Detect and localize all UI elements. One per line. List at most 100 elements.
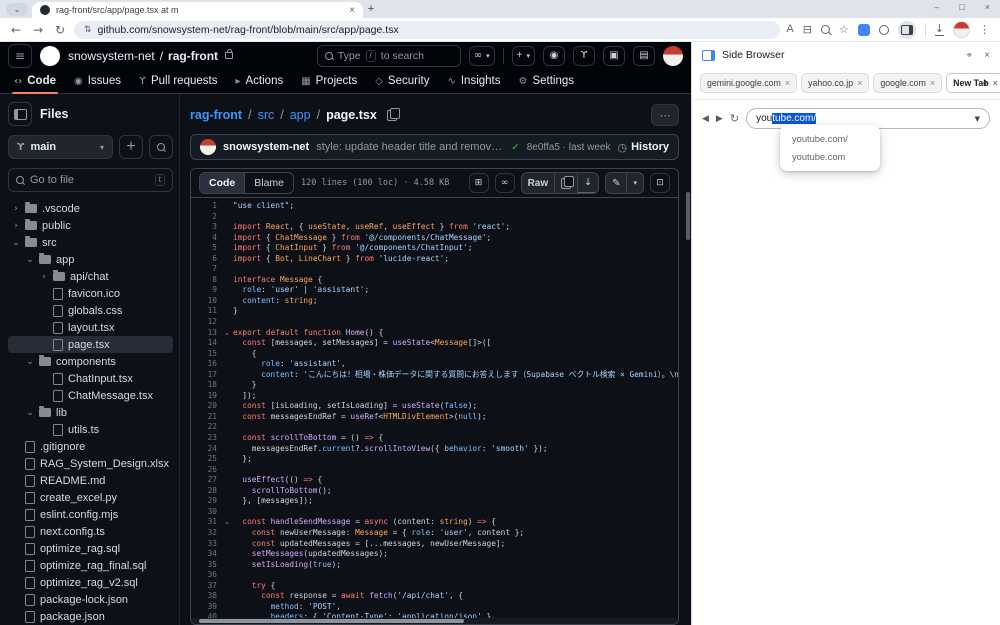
symbols-panel-icon[interactable]: ⊞	[468, 173, 489, 193]
create-new-button[interactable]: + ▾	[511, 45, 535, 66]
reload-icon[interactable]: ↻	[52, 23, 68, 37]
breadcrumb-src-link[interactable]: src	[258, 108, 275, 122]
line-number[interactable]: 28	[191, 486, 221, 497]
code-tab[interactable]: Code	[200, 173, 245, 193]
tree-item-package-lock.json[interactable]: package-lock.json	[8, 591, 173, 608]
line-number[interactable]: 34	[191, 549, 221, 560]
line-number[interactable]: 12	[191, 317, 221, 328]
back-icon[interactable]: ←	[8, 23, 24, 37]
go-to-file-input[interactable]: Go to file t	[8, 168, 173, 192]
line-number[interactable]: 27	[191, 475, 221, 486]
line-number[interactable]: 5	[191, 243, 221, 254]
side-panel-close-icon[interactable]: ×	[984, 50, 990, 61]
minimize-icon[interactable]: –	[934, 2, 939, 12]
tree-item-next.config.ts[interactable]: next.config.ts	[8, 523, 173, 540]
line-number[interactable]: 35	[191, 560, 221, 571]
line-number[interactable]: 32	[191, 528, 221, 539]
tree-item-layout.tsx[interactable]: layout.tsx	[8, 319, 173, 336]
tree-item-ChatInput.tsx[interactable]: ChatInput.tsx	[8, 370, 173, 387]
copilot-code-icon[interactable]: ∞	[494, 173, 515, 193]
checks-passed-icon[interactable]: ✓	[511, 142, 519, 153]
line-number[interactable]: 14	[191, 338, 221, 349]
gh-nav-projects[interactable]: ▦ Projects	[293, 69, 365, 93]
side-panel-toggle[interactable]	[897, 20, 916, 39]
line-number[interactable]: 9	[191, 285, 221, 296]
gh-nav-actions[interactable]: ▸ Actions	[227, 69, 291, 93]
tree-item-eslint.config.mjs[interactable]: eslint.config.mjs	[8, 506, 173, 523]
notifications-inbox-button[interactable]: ▤	[633, 45, 655, 66]
send-to-devices-icon[interactable]: ⊟	[803, 24, 812, 35]
translate-icon[interactable]: A	[786, 24, 793, 35]
history-button[interactable]: ◷ History	[617, 141, 669, 154]
issues-button[interactable]: ◉	[543, 45, 565, 66]
page-scrollbar-thumb[interactable]	[686, 192, 690, 240]
download-icon[interactable]: ↓	[934, 23, 944, 36]
add-file-button[interactable]: +	[119, 135, 143, 159]
tab-search-button[interactable]: ⌄	[6, 3, 28, 16]
menu-kebab-icon[interactable]: ⋮	[979, 24, 990, 35]
github-user-avatar[interactable]	[663, 45, 683, 66]
line-number[interactable]: 10	[191, 296, 221, 307]
line-number[interactable]: 6	[191, 254, 221, 265]
line-number[interactable]: 38	[191, 591, 221, 602]
line-number[interactable]: 25	[191, 454, 221, 465]
site-info-icon[interactable]: ⇅	[84, 25, 92, 35]
repo-link[interactable]: rag-front	[168, 49, 218, 63]
side-new-tab-button[interactable]: +	[979, 76, 992, 90]
tree-item-create_excel.py[interactable]: create_excel.py	[8, 489, 173, 506]
line-number[interactable]: 17	[191, 370, 221, 381]
tree-item-optimize_rag.sql[interactable]: optimize_rag.sql	[8, 540, 173, 557]
line-number[interactable]: 36	[191, 570, 221, 581]
line-number[interactable]: 7	[191, 264, 221, 275]
copilot-button[interactable]: ∞ ▾	[468, 45, 495, 66]
copilot-caret-icon[interactable]: ▾	[486, 52, 490, 60]
tree-item-utils.ts[interactable]: utils.ts	[8, 421, 173, 438]
line-number[interactable]: 22	[191, 422, 221, 433]
commit-author[interactable]: snowsystem-net	[223, 141, 309, 153]
tree-item-RAG_System_Design.xlsx[interactable]: RAG_System_Design.xlsx	[8, 455, 173, 472]
gh-nav-pull-requests[interactable]: ϒ Pull requests	[131, 69, 225, 93]
tree-item-ChatMessage.tsx[interactable]: ChatMessage.tsx	[8, 387, 173, 404]
blame-tab[interactable]: Blame	[244, 173, 293, 193]
gh-nav-issues[interactable]: ◉ Issues	[66, 69, 129, 93]
breadcrumb-repo-link[interactable]: rag-front	[190, 108, 242, 122]
side-reload-icon[interactable]: ↻	[730, 112, 739, 125]
line-number[interactable]: 37	[191, 581, 221, 592]
side-tab-google.com[interactable]: google.com ×	[873, 73, 943, 93]
more-options-button[interactable]: ⋯	[651, 104, 679, 126]
zoom-search-icon[interactable]	[820, 25, 830, 34]
h-scroll-thumb[interactable]	[199, 619, 464, 623]
line-number[interactable]: 33	[191, 539, 221, 550]
line-number[interactable]: 31	[191, 517, 221, 528]
side-back-icon[interactable]: ◀	[702, 114, 709, 124]
tree-item-public[interactable]: › public	[8, 217, 173, 234]
line-number[interactable]: 39	[191, 602, 221, 613]
line-number[interactable]: 2	[191, 212, 221, 223]
maximize-icon[interactable]: □	[959, 2, 964, 12]
tree-item-app[interactable]: ⌄ app	[8, 251, 173, 268]
tree-item-optimize_rag_final.sql[interactable]: optimize_rag_final.sql	[8, 557, 173, 574]
side-tab-yahoo.co.jp[interactable]: yahoo.co.jp ×	[801, 73, 870, 93]
tree-item-package.json[interactable]: package.json	[8, 608, 173, 625]
copy-path-icon[interactable]	[386, 107, 400, 121]
branch-selector[interactable]: ϒ main ▾	[8, 135, 113, 159]
raw-button[interactable]: Raw	[522, 173, 555, 193]
download-raw-icon[interactable]: ↓	[577, 173, 599, 193]
line-number[interactable]: 19	[191, 391, 221, 402]
line-number[interactable]: 26	[191, 465, 221, 476]
line-number[interactable]: 23	[191, 433, 221, 444]
line-number[interactable]: 15	[191, 349, 221, 360]
side-forward-icon[interactable]: ▶	[716, 114, 723, 124]
gh-nav-insights[interactable]: ∿ Insights	[439, 69, 508, 93]
codespaces-button[interactable]: ▣	[603, 45, 625, 66]
expand-panel-icon[interactable]: ⊡	[650, 173, 670, 193]
pin-icon[interactable]: ⌖	[967, 50, 973, 61]
fold-toggle-icon[interactable]: ⌄	[221, 328, 233, 339]
side-tab-gemini.google.com[interactable]: gemini.google.com ×	[700, 73, 798, 93]
line-number[interactable]: 16	[191, 359, 221, 370]
gh-nav-security[interactable]: ◇ Security	[367, 69, 437, 93]
github-logo-icon[interactable]	[40, 45, 60, 66]
line-number[interactable]: 11	[191, 306, 221, 317]
tree-item-README.md[interactable]: README.md	[8, 472, 173, 489]
address-bar[interactable]: ⇅ github.com/snowsystem-net/rag-front/bl…	[74, 20, 781, 39]
